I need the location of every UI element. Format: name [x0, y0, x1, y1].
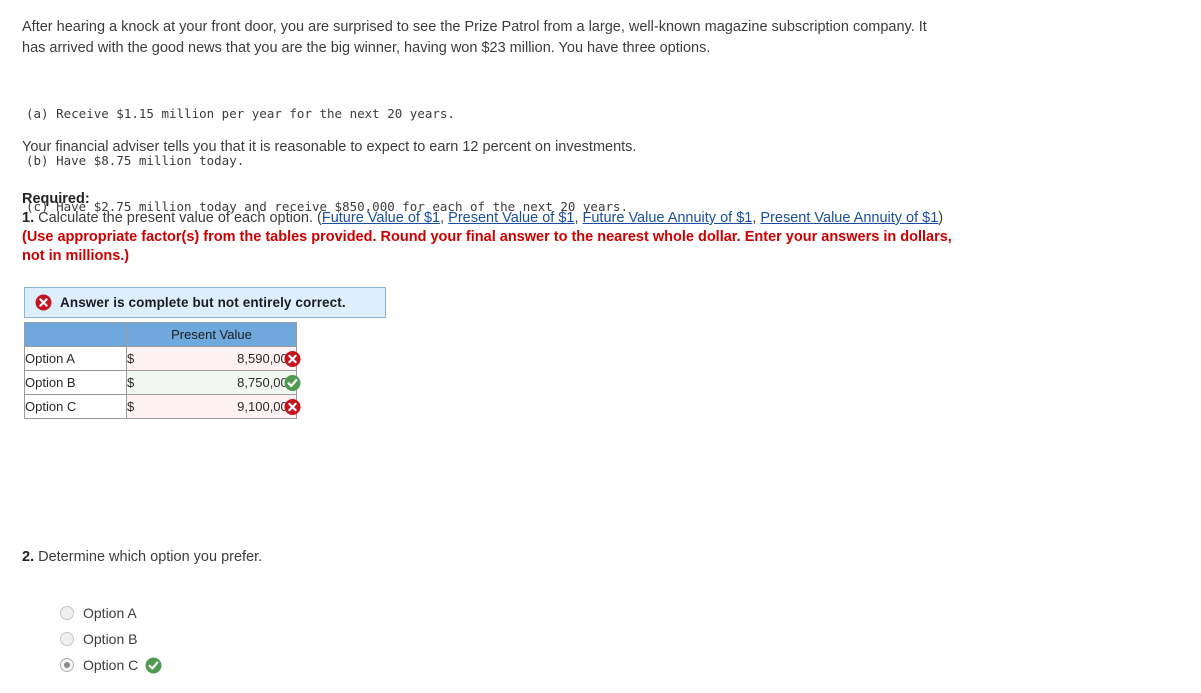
error-circle-icon	[35, 294, 52, 311]
choice-label-option-b: Option B	[83, 631, 138, 647]
currency-symbol: $	[127, 399, 135, 414]
radio-option-b[interactable]	[60, 632, 74, 646]
answer-value-option-a: 8,590,000	[237, 351, 295, 366]
column-header-blank	[24, 322, 127, 347]
link-present-value-annuity-of-1[interactable]: Present Value Annuity of $1	[760, 210, 938, 226]
answer-status-banner: Answer is complete but not entirely corr…	[24, 287, 386, 318]
choice-label-option-c: Option C	[83, 657, 139, 673]
worksheet-page: After hearing a knock at your front door…	[0, 0, 1201, 693]
question-2-choice-group: Option A Option B Option C	[60, 600, 162, 678]
requirement-1-number: 1.	[22, 210, 35, 226]
choice-option-a[interactable]: Option A	[60, 600, 162, 626]
choice-label-option-a: Option A	[83, 605, 137, 621]
table-row: Option C $ 9,100,000	[24, 394, 301, 419]
table-head: Present Value	[24, 322, 297, 347]
table-body: Option A $ 8,590,000 Option B $ 8,750,00…	[24, 346, 301, 419]
table-row: Option B $ 8,750,000	[24, 370, 301, 395]
incorrect-icon	[284, 398, 301, 415]
correct-icon	[145, 657, 162, 674]
row-label-option-c: Option C	[24, 394, 127, 419]
answer-value-option-c: 9,100,000	[237, 399, 295, 414]
column-header-present-value: Present Value	[126, 322, 297, 347]
currency-symbol: $	[127, 351, 135, 366]
link-sep-1: ,	[440, 210, 449, 226]
currency-symbol: $	[127, 375, 135, 390]
answer-value-option-b: 8,750,000	[237, 375, 295, 390]
link-present-value-of-1[interactable]: Present Value of $1	[448, 210, 574, 226]
question-2-text: Determine which option you prefer.	[34, 549, 263, 565]
table-row: Option A $ 8,590,000	[24, 346, 301, 371]
correct-icon	[284, 374, 301, 391]
adviser-note: Your financial adviser tells you that it…	[22, 139, 637, 155]
choice-option-c[interactable]: Option C	[60, 652, 162, 678]
link-future-value-of-1[interactable]: Future Value of $1	[322, 210, 440, 226]
value-cell-option-c[interactable]: $ 9,100,000	[126, 394, 301, 419]
radio-option-a[interactable]	[60, 606, 74, 620]
requirement-1-text: Calculate the present value of each opti…	[34, 210, 322, 226]
requirement-instruction: (Use appropriate factor(s) from the tabl…	[22, 229, 952, 264]
problem-option-a: (a) Receive $1.15 million per year for t…	[26, 106, 455, 121]
required-label: Required:	[22, 191, 90, 207]
incorrect-icon	[284, 350, 301, 367]
row-label-option-a: Option A	[24, 346, 127, 371]
answer-status-text: Answer is complete but not entirely corr…	[60, 295, 346, 310]
link-future-value-annuity-of-1[interactable]: Future Value Annuity of $1	[583, 210, 753, 226]
link-sep-2: ,	[574, 210, 583, 226]
problem-intro-paragraph: After hearing a knock at your front door…	[22, 19, 927, 56]
links-closing-paren: )	[938, 210, 944, 226]
row-label-option-b: Option B	[24, 370, 127, 395]
choice-option-b[interactable]: Option B	[60, 626, 162, 652]
required-section: Required: 1. Calculate the present value…	[22, 190, 962, 266]
question-2-prompt: 2. Determine which option you prefer.	[22, 549, 262, 565]
value-cell-option-b[interactable]: $ 8,750,000	[126, 370, 301, 395]
table-header-row: Present Value	[24, 322, 297, 347]
requirement-1-line: 1. Calculate the present value of each o…	[22, 209, 962, 266]
value-cell-option-a[interactable]: $ 8,590,000	[126, 346, 301, 371]
present-value-answer-table: Present Value Option A $ 8,590,000 Optio…	[24, 322, 301, 419]
radio-option-c[interactable]	[60, 658, 74, 672]
question-2-number: 2.	[22, 549, 35, 565]
